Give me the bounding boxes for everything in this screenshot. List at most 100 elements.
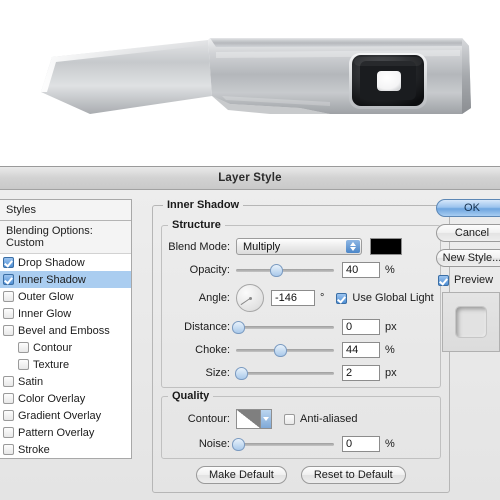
distance-slider[interactable] xyxy=(231,320,334,334)
shadow-color-swatch[interactable] xyxy=(370,238,402,255)
noise-slider[interactable] xyxy=(231,437,334,451)
use-global-light-label: Use Global Light xyxy=(352,292,434,304)
angle-dial[interactable] xyxy=(236,284,264,312)
noise-input[interactable]: 0 xyxy=(342,435,380,452)
style-label: Contour xyxy=(33,341,73,354)
use-global-light-row[interactable]: Use Global Light xyxy=(336,292,434,304)
distance-label: Distance: xyxy=(184,320,230,333)
style-label: Satin xyxy=(18,375,44,388)
angle-input[interactable]: -146 xyxy=(271,290,315,306)
angle-label: Angle: xyxy=(198,292,230,304)
dialog-body: Styles Blending Options: Custom Drop Sha… xyxy=(0,190,500,500)
slider-track xyxy=(236,442,334,446)
make-default-button[interactable]: Make Default xyxy=(196,466,287,484)
style-row-inner-glow[interactable]: Inner Glow xyxy=(0,305,131,322)
checkbox-drop-shadow[interactable] xyxy=(3,257,14,268)
slider-thumb[interactable] xyxy=(231,437,245,451)
choke-input[interactable]: 44 xyxy=(342,341,380,358)
checkbox-texture[interactable] xyxy=(18,359,29,370)
checkbox-preview[interactable] xyxy=(438,274,449,286)
checkbox-pattern-overlay[interactable] xyxy=(3,427,14,438)
style-preview-box xyxy=(442,292,500,352)
style-row-pattern-overlay[interactable]: Pattern Overlay xyxy=(0,424,131,441)
ok-button[interactable]: OK xyxy=(436,199,500,217)
cancel-button[interactable]: Cancel xyxy=(436,224,500,242)
checkbox-gradient-overlay[interactable] xyxy=(3,410,14,421)
styles-list-box: Styles Blending Options: Custom Drop Sha… xyxy=(0,199,132,459)
style-row-bevel-and-emboss[interactable]: Bevel and Emboss xyxy=(0,322,131,339)
checkbox-color-overlay[interactable] xyxy=(3,393,14,404)
style-label: Color Overlay xyxy=(18,392,86,405)
style-row-inner-shadow[interactable]: Inner Shadow xyxy=(0,271,131,288)
chevron-updown-icon xyxy=(346,240,360,253)
structure-group: Structure Blend Mode: Multiply Opacity: … xyxy=(161,219,441,388)
choke-row: Choke: 44 % xyxy=(168,341,434,358)
noise-unit: % xyxy=(385,437,395,450)
style-row-color-overlay[interactable]: Color Overlay xyxy=(0,390,131,407)
checkbox-inner-glow[interactable] xyxy=(3,308,14,319)
anti-aliased-row[interactable]: Anti-aliased xyxy=(284,413,357,425)
blend-mode-select[interactable]: Multiply xyxy=(236,238,362,255)
styles-panel: Styles Blending Options: Custom Drop Sha… xyxy=(0,199,132,459)
new-style-button[interactable]: New Style... xyxy=(436,249,500,267)
style-row-drop-shadow[interactable]: Drop Shadow xyxy=(0,254,131,271)
checkbox-contour[interactable] xyxy=(18,342,29,353)
checkbox-anti-aliased[interactable] xyxy=(284,413,295,425)
dialog-title: Layer Style xyxy=(218,172,282,184)
style-row-texture[interactable]: Texture xyxy=(0,356,131,373)
noise-row: Noise: 0 % xyxy=(168,435,434,452)
size-slider[interactable] xyxy=(234,366,334,380)
slider-thumb[interactable] xyxy=(231,320,245,334)
checkbox-inner-shadow[interactable] xyxy=(3,274,14,285)
chevron-down-icon[interactable] xyxy=(260,410,271,428)
slider-track xyxy=(236,268,334,272)
blend-mode-value: Multiply xyxy=(243,240,281,253)
layer-style-dialog: Layer Style Styles Blending Options: Cus… xyxy=(0,166,500,500)
preview-toggle-row[interactable]: Preview xyxy=(438,274,500,286)
style-label: Gradient Overlay xyxy=(18,409,102,422)
style-row-satin[interactable]: Satin xyxy=(0,373,131,390)
style-label: Texture xyxy=(33,358,70,371)
blending-options-row[interactable]: Blending Options: Custom xyxy=(0,221,131,254)
angle-unit: ° xyxy=(320,292,325,304)
checkbox-stroke[interactable] xyxy=(3,444,14,455)
slider-thumb[interactable] xyxy=(274,343,288,357)
style-row-stroke[interactable]: Stroke xyxy=(0,441,131,458)
anti-aliased-label: Anti-aliased xyxy=(300,413,358,425)
slider-track xyxy=(236,325,334,329)
style-row-outer-glow[interactable]: Outer Glow xyxy=(0,288,131,305)
size-label: Size: xyxy=(205,366,230,379)
noise-label: Noise: xyxy=(198,437,230,450)
checkbox-outer-glow[interactable] xyxy=(3,291,14,302)
opacity-slider[interactable] xyxy=(236,263,334,277)
dialog-titlebar[interactable]: Layer Style xyxy=(0,167,500,190)
style-label: Pattern Overlay xyxy=(18,426,95,439)
opacity-row: Opacity: 40 % xyxy=(168,261,434,278)
size-row: Size: 2 px xyxy=(168,364,434,381)
angle-row: Angle: -146 ° Use Global Light xyxy=(168,284,434,312)
style-row-contour[interactable]: Contour xyxy=(0,339,131,356)
opacity-unit: % xyxy=(385,263,395,276)
styles-header[interactable]: Styles xyxy=(0,200,131,221)
reset-to-default-button[interactable]: Reset to Default xyxy=(300,466,406,484)
opacity-input[interactable]: 40 xyxy=(342,261,380,278)
quality-group: Quality Contour: Anti-aliased Noise: 0 % xyxy=(161,390,441,459)
distance-input[interactable]: 0 xyxy=(342,318,380,335)
checkbox-satin[interactable] xyxy=(3,376,14,387)
size-input[interactable]: 2 xyxy=(342,364,380,381)
checkbox-bevel-and-emboss[interactable] xyxy=(3,325,14,336)
slider-thumb[interactable] xyxy=(234,366,248,380)
contour-curve-icon xyxy=(237,410,260,428)
blend-mode-row: Blend Mode: Multiply xyxy=(168,238,434,255)
metallic-device-render xyxy=(41,38,471,114)
checkbox-use-global-light[interactable] xyxy=(336,292,348,304)
choke-slider[interactable] xyxy=(236,343,334,357)
slider-thumb[interactable] xyxy=(270,263,284,277)
contour-preset-picker[interactable] xyxy=(236,409,272,429)
style-label: Drop Shadow xyxy=(18,256,85,269)
style-row-gradient-overlay[interactable]: Gradient Overlay xyxy=(0,407,131,424)
artwork-canvas xyxy=(0,0,500,166)
contour-label: Contour: xyxy=(187,413,230,425)
quality-group-label: Quality xyxy=(172,390,210,402)
screenshot-root: Layer Style Styles Blending Options: Cus… xyxy=(0,0,500,500)
